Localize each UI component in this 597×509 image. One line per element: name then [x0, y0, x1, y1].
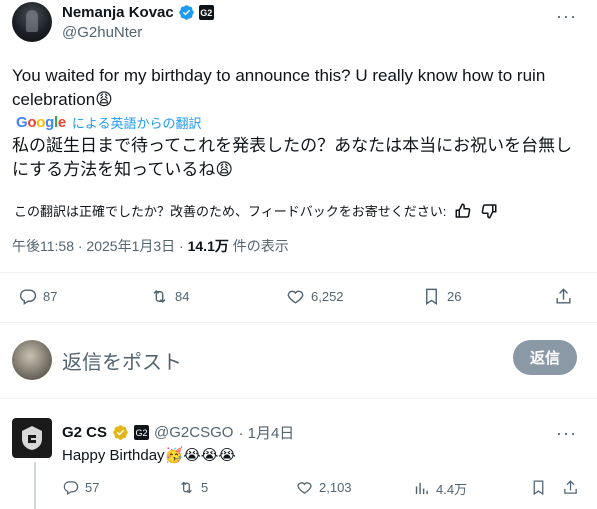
reply-reply-action[interactable]: 57: [62, 479, 99, 496]
thumbs-up-icon[interactable]: [454, 202, 472, 220]
divider: [0, 272, 597, 273]
reply-repost-count: 5: [201, 480, 209, 495]
tweet-timestamp[interactable]: 午後11:58 · 2025年1月3日 ·: [12, 238, 188, 254]
author-avatar[interactable]: [12, 2, 52, 42]
reply-like-count: 2,103: [319, 480, 352, 495]
gold-verified-icon: [113, 425, 128, 440]
translation-feedback: この翻訳は正確でしたか？改善のため、フィードバックをお寄せください:: [14, 201, 498, 220]
reply-share-action[interactable]: [562, 479, 579, 496]
thumbs-down-icon[interactable]: [480, 202, 498, 220]
reply-repost-action[interactable]: 5: [178, 479, 208, 496]
divider: [0, 322, 597, 323]
reply-view-count: 4.4万: [436, 482, 468, 497]
reply-more-options-icon[interactable]: ···: [556, 423, 577, 444]
repost-count: 84: [175, 289, 190, 304]
reply-author-name[interactable]: G2 CS: [62, 424, 107, 441]
repost-icon: [181, 481, 192, 494]
like-count: 6,252: [311, 289, 344, 304]
view-label: 件の表示: [228, 238, 289, 254]
view-count: 14.1万: [187, 238, 229, 254]
share-icon: [556, 288, 571, 304]
reply-header: G2 CS G2 @G2CSGO · 1月4日: [62, 422, 294, 443]
repost-action[interactable]: 84: [150, 287, 189, 306]
reply-action[interactable]: 87: [18, 287, 57, 306]
google-logo: Google: [16, 114, 66, 131]
g2-logo-icon: [22, 426, 42, 450]
more-options-icon[interactable]: ···: [556, 6, 577, 27]
translated-text: 私の誕生日まで待ってこれを発表したの？あなたは本当にお祝いを台無しにする方法を知…: [12, 136, 573, 179]
bookmark-icon: [533, 480, 544, 496]
affiliate-badge-icon[interactable]: G2: [134, 425, 150, 440]
author-handle[interactable]: @G2huNter: [62, 24, 142, 41]
bookmark-icon: [426, 288, 437, 305]
reply-action-bar: 57 5 2,103 4.4万: [0, 479, 597, 499]
reply-views-action[interactable]: 4.4万: [413, 479, 467, 498]
reply-input[interactable]: 返信をポスト: [62, 346, 182, 375]
divider: [0, 398, 597, 399]
verified-badge-icon: [178, 5, 194, 20]
tweet-action-bar: 87 84 6,252 26: [0, 287, 597, 309]
reply-icon: [19, 289, 37, 305]
reply-reply-count: 57: [85, 480, 100, 495]
share-icon: [564, 480, 577, 494]
feedback-prompt: この翻訳は正確でしたか？改善のため、フィードバックをお寄せください:: [14, 204, 447, 219]
reply-bookmark-action[interactable]: [530, 479, 547, 496]
author-name-row: Nemanja Kovac G2: [62, 4, 214, 21]
heart-icon: [287, 290, 304, 304]
reply-author-handle[interactable]: @G2CSGO: [154, 424, 233, 441]
share-action[interactable]: [554, 287, 573, 306]
analytics-icon: [415, 482, 428, 495]
translation-source-link[interactable]: による英語からの翻訳: [72, 113, 202, 132]
translation-attribution: Google による英語からの翻訳: [16, 113, 202, 132]
reply-icon: [63, 481, 79, 496]
reply-date[interactable]: · 1月4日: [238, 422, 294, 443]
reply-like-action[interactable]: 2,103: [296, 479, 352, 496]
author-name[interactable]: Nemanja Kovac: [62, 4, 174, 21]
tweet-meta: 午後11:58 · 2025年1月3日 · 14.1万 件の表示: [12, 236, 289, 256]
like-action[interactable]: 6,252: [286, 287, 344, 306]
repost-icon: [153, 289, 166, 304]
bookmark-action[interactable]: 26: [422, 287, 461, 306]
reply-count: 87: [43, 289, 58, 304]
g2-avatar[interactable]: [12, 418, 52, 458]
tweet-text: You waited for my birthday to announce t…: [12, 66, 546, 109]
affiliate-badge-icon[interactable]: G2: [198, 5, 214, 20]
reply-text: Happy Birthday🥳😭😭😭: [62, 447, 236, 464]
bookmark-count: 26: [447, 289, 462, 304]
heart-icon: [297, 482, 312, 494]
viewer-avatar[interactable]: [12, 340, 52, 380]
reply-submit-button[interactable]: 返信: [513, 340, 577, 375]
